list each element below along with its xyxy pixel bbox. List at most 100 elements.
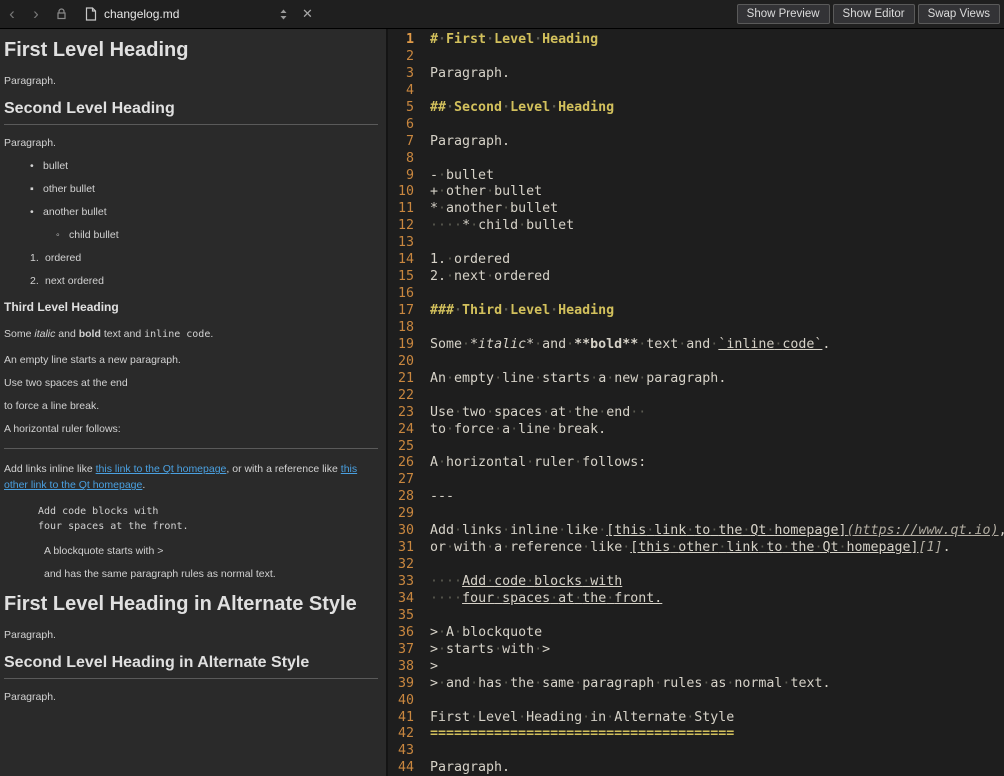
line-number[interactable]: 25 <box>388 439 414 456</box>
line-number[interactable]: 38 <box>388 659 414 676</box>
line-number[interactable]: 37 <box>388 642 414 659</box>
editor-line[interactable]: 32 <box>388 557 1004 574</box>
editor-line[interactable]: 33····Add·code·blocks·with <box>388 574 1004 591</box>
editor-line[interactable]: 35 <box>388 608 1004 625</box>
editor-line[interactable]: 12····*·child·bullet <box>388 218 1004 235</box>
editor-line[interactable]: 16 <box>388 286 1004 303</box>
editor-line[interactable]: 38> <box>388 659 1004 676</box>
editor-line[interactable]: 4 <box>388 83 1004 100</box>
line-number[interactable]: 4 <box>388 83 414 100</box>
editor-line[interactable]: 7Paragraph. <box>388 134 1004 151</box>
editor-line[interactable]: 3Paragraph. <box>388 66 1004 83</box>
editor-line[interactable]: 2 <box>388 49 1004 66</box>
line-number[interactable]: 6 <box>388 117 414 134</box>
line-number[interactable]: 8 <box>388 151 414 168</box>
line-number[interactable]: 2 <box>388 49 414 66</box>
editor-line[interactable]: 42====================================== <box>388 726 1004 743</box>
line-number[interactable]: 41 <box>388 710 414 727</box>
lock-icon[interactable] <box>56 8 67 20</box>
line-number[interactable]: 19 <box>388 337 414 354</box>
line-number[interactable]: 1 <box>388 32 414 49</box>
line-number[interactable]: 27 <box>388 472 414 489</box>
line-number[interactable]: 7 <box>388 134 414 151</box>
editor-line[interactable]: 41First·Level·Heading·in·Alternate·Style <box>388 710 1004 727</box>
editor-line[interactable]: 37>·starts·with·> <box>388 642 1004 659</box>
line-number[interactable]: 15 <box>388 269 414 286</box>
line-number[interactable]: 35 <box>388 608 414 625</box>
editor-line[interactable]: 19Some·*italic*·and·**bold**·text·and·`i… <box>388 337 1004 354</box>
line-number[interactable]: 44 <box>388 760 414 776</box>
line-number[interactable]: 26 <box>388 455 414 472</box>
editor-line[interactable]: 23Use·two·spaces·at·the·end·· <box>388 405 1004 422</box>
editor-line[interactable]: 141.·ordered <box>388 252 1004 269</box>
line-number[interactable]: 36 <box>388 625 414 642</box>
back-button[interactable]: ‹ <box>0 0 24 28</box>
editor-line[interactable]: 26A·horizontal·ruler·follows: <box>388 455 1004 472</box>
line-number[interactable]: 42 <box>388 726 414 743</box>
markdown-preview-pane[interactable]: First Level HeadingParagraph.Second Leve… <box>0 29 386 776</box>
document-title[interactable]: changelog.md <box>104 7 179 21</box>
close-document-button[interactable]: ✕ <box>298 6 316 22</box>
editor-line[interactable]: 22 <box>388 388 1004 405</box>
forward-button[interactable]: › <box>24 0 48 28</box>
line-number[interactable]: 17 <box>388 303 414 320</box>
editor-line[interactable]: 27 <box>388 472 1004 489</box>
line-number[interactable]: 11 <box>388 201 414 218</box>
toolbar-button-show-editor[interactable]: Show Editor <box>833 4 915 24</box>
editor-line[interactable]: 18 <box>388 320 1004 337</box>
editor-line[interactable]: 11*·another·bullet <box>388 201 1004 218</box>
line-number[interactable]: 28 <box>388 489 414 506</box>
editor-line[interactable]: 34····four·spaces·at·the·front. <box>388 591 1004 608</box>
editor-line[interactable]: 21An·empty·line·starts·a·new·paragraph. <box>388 371 1004 388</box>
line-number[interactable]: 31 <box>388 540 414 557</box>
line-number[interactable]: 18 <box>388 320 414 337</box>
line-number[interactable]: 14 <box>388 252 414 269</box>
line-number[interactable]: 22 <box>388 388 414 405</box>
editor-line[interactable]: 152.·next·ordered <box>388 269 1004 286</box>
line-number[interactable]: 23 <box>388 405 414 422</box>
line-number[interactable]: 3 <box>388 66 414 83</box>
line-number[interactable]: 43 <box>388 743 414 760</box>
qt-homepage-link[interactable]: this link to the Qt homepage <box>96 463 227 475</box>
line-number[interactable]: 39 <box>388 676 414 693</box>
editor-line[interactable]: 30Add·links·inline·like·[this·link·to·th… <box>388 523 1004 540</box>
editor-line[interactable]: 29 <box>388 506 1004 523</box>
editor-line[interactable]: 17###·Third·Level·Heading <box>388 303 1004 320</box>
toolbar-button-show-preview[interactable]: Show Preview <box>737 4 830 24</box>
line-number[interactable]: 33 <box>388 574 414 591</box>
line-number[interactable]: 32 <box>388 557 414 574</box>
editor-line[interactable]: 20 <box>388 354 1004 371</box>
line-number[interactable]: 20 <box>388 354 414 371</box>
editor-line[interactable]: 8 <box>388 151 1004 168</box>
editor-line[interactable]: 5##·Second·Level·Heading <box>388 100 1004 117</box>
editor-line[interactable]: 44Paragraph. <box>388 760 1004 776</box>
editor-line[interactable]: 10+·other·bullet <box>388 184 1004 201</box>
document-dropdown-icon[interactable] <box>279 8 288 21</box>
toolbar-button-swap-views[interactable]: Swap Views <box>918 4 1000 24</box>
editor-line[interactable]: 13 <box>388 235 1004 252</box>
editor-line[interactable]: 43 <box>388 743 1004 760</box>
line-number[interactable]: 16 <box>388 286 414 303</box>
line-number[interactable]: 10 <box>388 184 414 201</box>
line-number[interactable]: 24 <box>388 422 414 439</box>
markdown-source-pane[interactable]: 1#·First·Level·Heading23Paragraph.45##·S… <box>386 29 1004 776</box>
editor-line[interactable]: 1#·First·Level·Heading <box>388 32 1004 49</box>
line-number[interactable]: 29 <box>388 506 414 523</box>
line-number[interactable]: 5 <box>388 100 414 117</box>
line-number[interactable]: 13 <box>388 235 414 252</box>
editor-line[interactable]: 28--- <box>388 489 1004 506</box>
line-number[interactable]: 40 <box>388 693 414 710</box>
editor-line[interactable]: 6 <box>388 117 1004 134</box>
editor-line[interactable]: 40 <box>388 693 1004 710</box>
editor-line[interactable]: 24to·force·a·line·break. <box>388 422 1004 439</box>
editor-line[interactable]: 9-·bullet <box>388 168 1004 185</box>
editor-line[interactable]: 25 <box>388 439 1004 456</box>
line-number[interactable]: 9 <box>388 168 414 185</box>
line-number[interactable]: 21 <box>388 371 414 388</box>
editor-line[interactable]: 36>·A·blockquote <box>388 625 1004 642</box>
editor-line[interactable]: 39>·and·has·the·same·paragraph·rules·as·… <box>388 676 1004 693</box>
editor-line[interactable]: 31or·with·a·reference·like·[this·other·l… <box>388 540 1004 557</box>
line-number[interactable]: 12 <box>388 218 414 235</box>
line-number[interactable]: 34 <box>388 591 414 608</box>
line-number[interactable]: 30 <box>388 523 414 540</box>
